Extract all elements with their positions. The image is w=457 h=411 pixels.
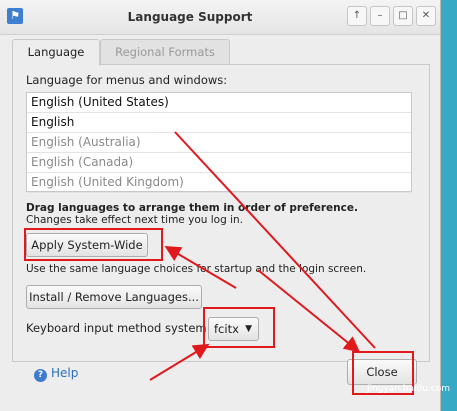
arrow-to-apply xyxy=(164,245,237,289)
arrow-line xyxy=(174,131,376,349)
arrow-to-keyboard xyxy=(149,343,210,381)
arrow-to-close xyxy=(257,269,361,353)
tab-language[interactable]: Language xyxy=(12,39,100,66)
watermark: jingyan.baidu.com xyxy=(366,384,450,394)
